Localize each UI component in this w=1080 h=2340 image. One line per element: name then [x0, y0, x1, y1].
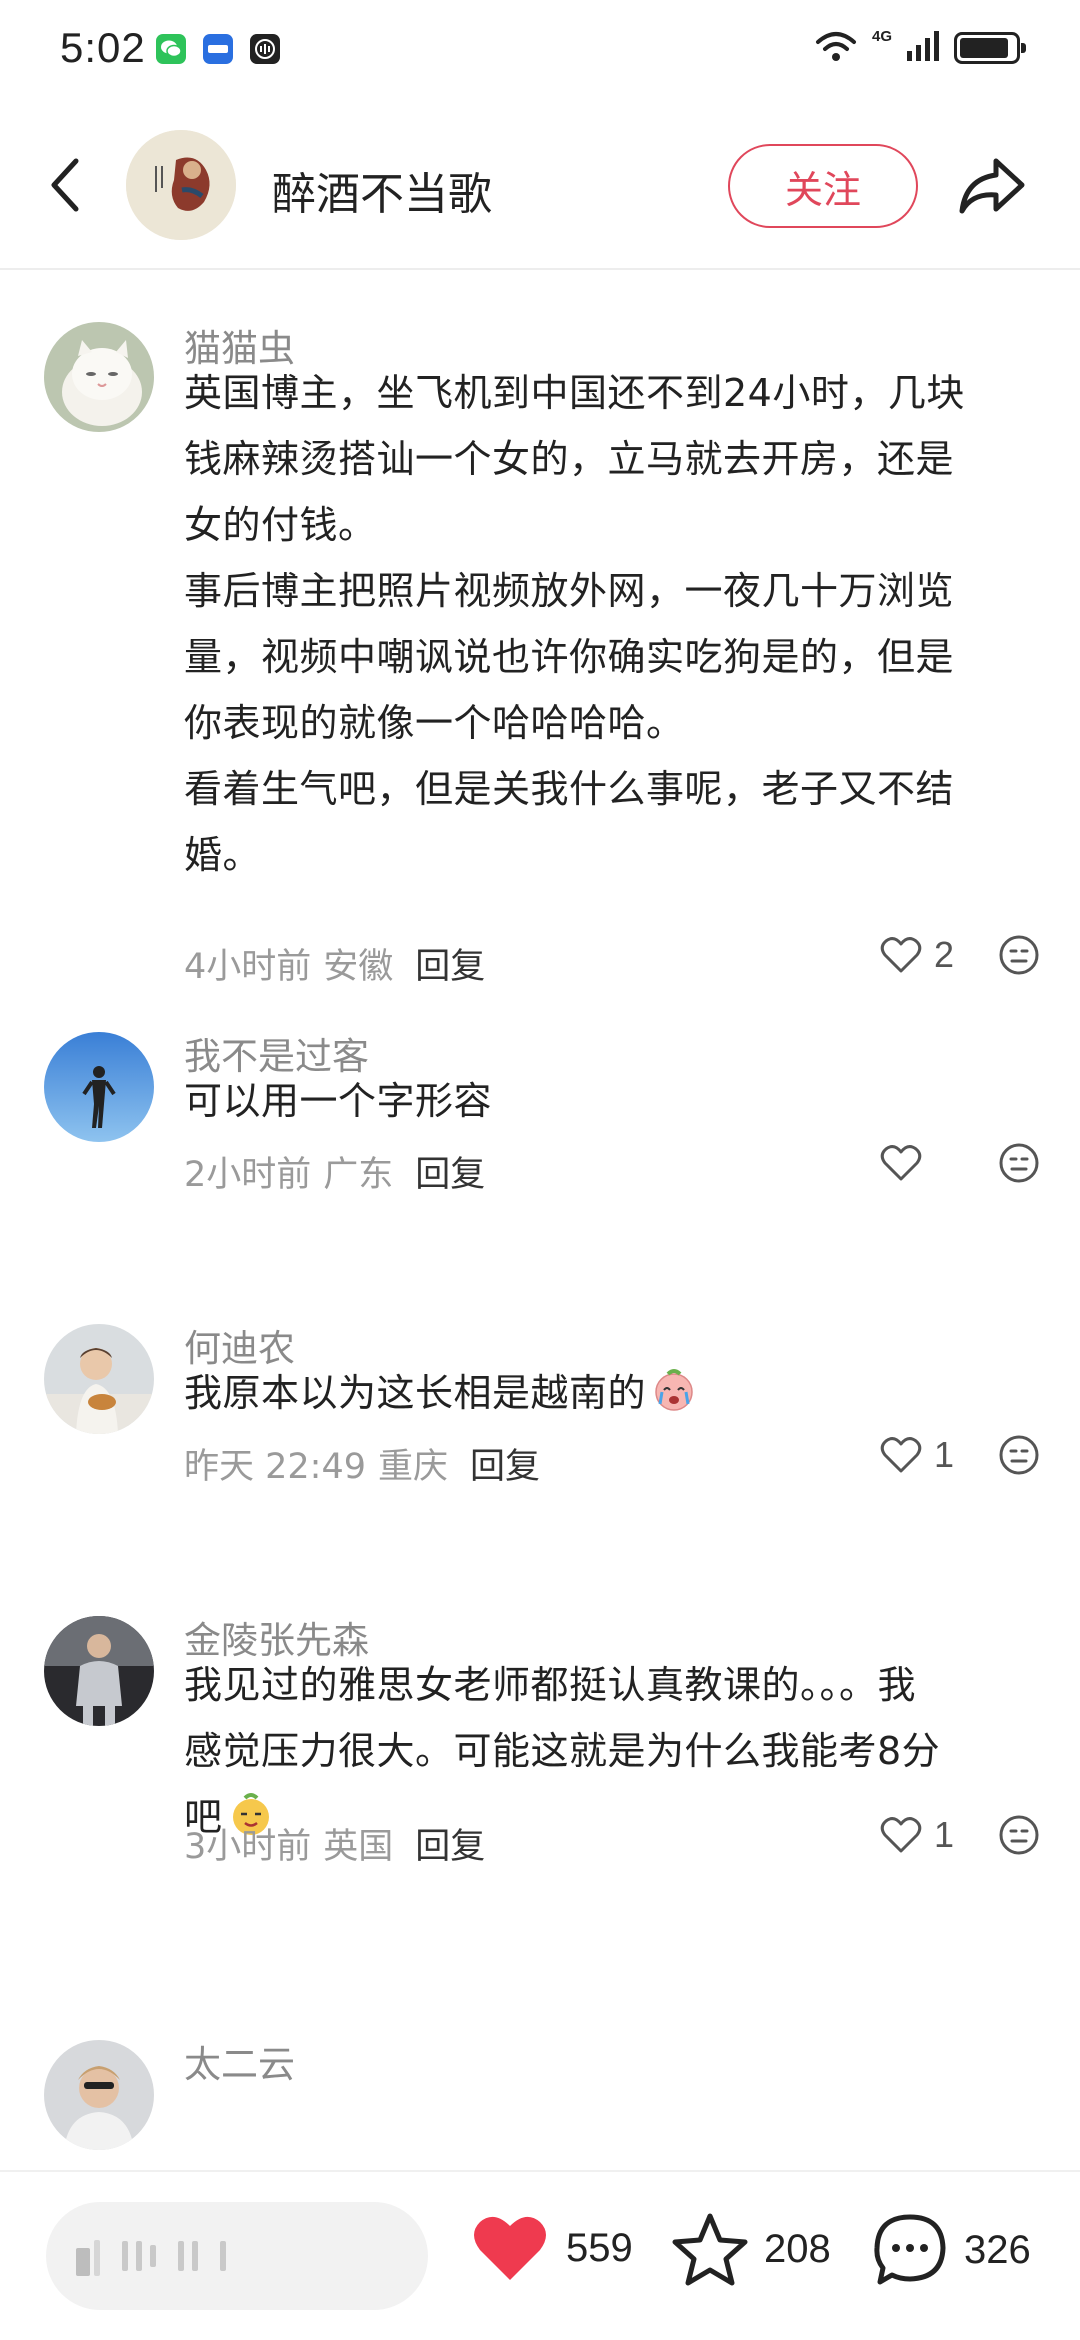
comment-line: 英国博主，坐飞机到中国还不到24小时，几块: [184, 371, 965, 415]
reply-button[interactable]: 回复: [470, 1438, 540, 1489]
like-count: 2: [934, 934, 955, 975]
comment-line-text: 我原本以为这长相是越南的: [184, 1371, 647, 1415]
user-avatar[interactable]: [44, 2040, 154, 2150]
input-placeholder-glyph: [178, 2236, 198, 2276]
reply-button[interactable]: 回复: [415, 1146, 485, 1197]
comment-meta: 3小时前 英国 回复: [184, 1818, 485, 1869]
heart-icon: [880, 1437, 922, 1473]
comment-text: 可以用一个字形容: [184, 1068, 1034, 1134]
comment-location: 安徽: [323, 947, 394, 987]
music-app-icon: [250, 34, 280, 64]
user-avatar[interactable]: [44, 1032, 154, 1142]
signal-icon: [906, 29, 940, 67]
user-avatar[interactable]: [44, 1616, 154, 1726]
emoji-reaction-icon[interactable]: [998, 1814, 1040, 1856]
comment-line: 你表现的就像一个哈哈哈哈。: [184, 701, 685, 745]
like-button[interactable]: 2: [880, 934, 958, 976]
input-placeholder-glyph: [220, 2236, 226, 2276]
comment-line: 女的付钱。: [184, 503, 377, 547]
comment-time: 4小时前: [184, 947, 312, 987]
comment-input[interactable]: [46, 2202, 428, 2310]
like-button[interactable]: 1: [880, 1814, 958, 1856]
comment-button[interactable]: 326: [872, 2212, 1031, 2288]
comment-line: 我原本以为这长相是越南的: [184, 1360, 1034, 1426]
comment-text: 我原本以为这长相是越南的: [184, 1360, 1034, 1426]
comment-bubble-icon: [874, 2214, 946, 2285]
crying-emoji-icon: [655, 1369, 693, 1411]
emoji-reaction-icon[interactable]: [998, 1142, 1040, 1184]
header: 醉酒不当歌 关注: [0, 100, 1080, 270]
follow-button[interactable]: 关注: [728, 144, 918, 228]
comment-actions: [880, 1142, 1040, 1184]
network-label: 4G: [871, 27, 892, 45]
comment-meta: 昨天 22:49 重庆 回复: [184, 1438, 540, 1489]
comment-actions: 2: [880, 934, 1040, 976]
comment-item: 金陵张先森 我见过的雅思女老师都挺认真教课的。。。我 感觉压力很大。可能这就是为…: [0, 1616, 1080, 1956]
comment-item: 我不是过客 可以用一个字形容 2小时前 广东 回复: [0, 1032, 1080, 1282]
bottom-action-bar: 559 208 326: [0, 2170, 1080, 2340]
heart-icon: [880, 1817, 922, 1853]
comment-line: 看着生气吧，但是关我什么事呢，老子又不结: [184, 767, 955, 811]
favorite-total: 208: [764, 2226, 831, 2271]
comment-meta: 2小时前 广东 回复: [184, 1146, 485, 1197]
like-post-button[interactable]: 559: [470, 2212, 633, 2284]
comment-username[interactable]: 太二云: [184, 2034, 295, 2088]
status-time: 5:02: [60, 24, 146, 71]
status-indicators: 4G: [814, 27, 1026, 68]
comment-meta: 4小时前 安徽 回复: [184, 938, 485, 989]
user-avatar[interactable]: [44, 1324, 154, 1434]
share-icon: [959, 158, 1025, 214]
heart-icon: [880, 937, 922, 973]
comment-item: 太二云: [0, 2040, 1080, 2170]
comment-list[interactable]: 猫猫虫 英国博主，坐飞机到中国还不到24小时，几块 钱麻辣烫搭讪一个女的，立马就…: [0, 272, 1080, 2170]
comment-time: 2小时前: [184, 1155, 312, 1195]
like-count: 1: [934, 1814, 955, 1855]
comment-actions: 1: [880, 1434, 1040, 1476]
reply-button[interactable]: 回复: [415, 938, 485, 989]
comment-line: 事后博主把照片视频放外网，一夜几十万浏览: [184, 569, 955, 613]
comment-item: 猫猫虫 英国博主，坐飞机到中国还不到24小时，几块 钱麻辣烫搭讪一个女的，立马就…: [0, 272, 1080, 987]
comment-location: 广东: [323, 1155, 394, 1195]
comment-text: 英国博主，坐飞机到中国还不到24小时，几块 钱麻辣烫搭讪一个女的，立马就去开房，…: [184, 360, 1034, 888]
autohome-icon: [203, 34, 233, 64]
like-button[interactable]: 1: [880, 1434, 958, 1476]
wechat-icon: [156, 34, 186, 64]
comment-total: 326: [964, 2227, 1031, 2272]
comment-time: 昨天 22:49: [184, 1447, 366, 1487]
battery-level: [960, 38, 1008, 58]
star-icon: [672, 2213, 748, 2286]
comment-line: 可以用一个字形容: [184, 1079, 493, 1123]
comment-location: 重庆: [378, 1447, 449, 1487]
comment-line: 我见过的雅思女老师都挺认真教课的。。。我: [184, 1663, 917, 1707]
reply-button[interactable]: 回复: [415, 1818, 485, 1869]
comment-line: 钱麻辣烫搭讪一个女的，立马就去开房，还是: [184, 437, 955, 481]
like-total: 559: [566, 2225, 633, 2270]
user-avatar[interactable]: [44, 322, 154, 432]
emoji-reaction-icon[interactable]: [998, 934, 1040, 976]
emoji-reaction-icon[interactable]: [998, 1434, 1040, 1476]
comment-line: 量，视频中嘲讽说也许你确实吃狗是的，但是: [184, 635, 955, 679]
author-name[interactable]: 醉酒不当歌: [272, 158, 492, 222]
comment-time: 3小时前: [184, 1827, 312, 1867]
comment-location: 英国: [323, 1827, 394, 1867]
status-bar: 5:02 4G: [0, 0, 1080, 100]
comment-line: 婚。: [184, 833, 262, 877]
input-placeholder-glyph: [76, 2236, 100, 2276]
back-button[interactable]: [36, 150, 96, 220]
share-button[interactable]: [952, 150, 1032, 222]
battery-icon: [954, 32, 1026, 64]
comment-item: 何迪农 我原本以为这长相是越南的 昨天 22:49 重庆 回复 1: [0, 1324, 1080, 1574]
wifi-icon: [814, 28, 858, 68]
comment-line: 感觉压力很大。可能这就是为什么我能考8分: [184, 1729, 941, 1773]
favorite-button[interactable]: 208: [672, 2212, 831, 2286]
like-button[interactable]: [880, 1144, 958, 1182]
like-count: 1: [934, 1434, 955, 1475]
input-placeholder-glyph: [122, 2236, 156, 2276]
chevron-left-icon: [51, 158, 79, 212]
heart-filled-icon: [474, 2216, 546, 2280]
comment-actions: 1: [880, 1814, 1040, 1856]
author-avatar[interactable]: [126, 130, 236, 240]
heart-icon: [880, 1145, 922, 1181]
